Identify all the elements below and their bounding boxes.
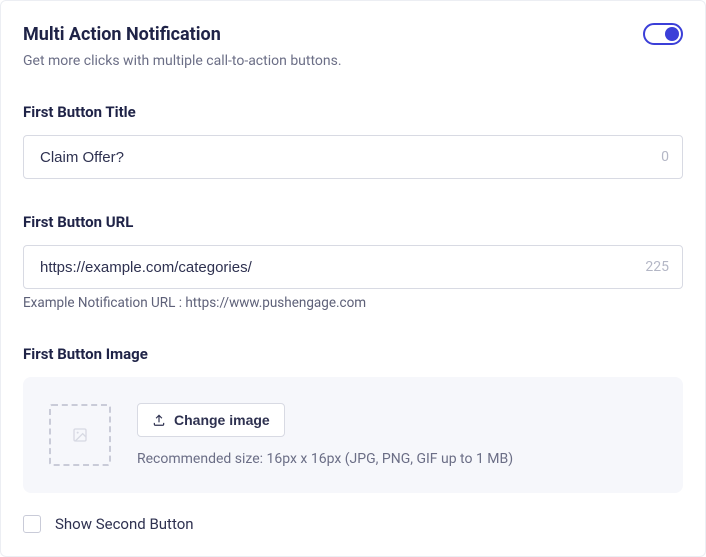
first-button-image-label: First Button Image — [23, 345, 683, 363]
image-icon — [72, 427, 88, 443]
first-button-title-wrap: 0 — [23, 135, 683, 179]
first-button-url-wrap: 225 — [23, 245, 683, 289]
second-button-row: Show Second Button — [23, 515, 683, 533]
change-image-label: Change image — [174, 412, 270, 428]
first-button-url-count: 225 — [645, 259, 669, 275]
panel-header: Multi Action Notification — [23, 23, 683, 45]
first-button-url-block: First Button URL 225 Example Notificatio… — [23, 213, 683, 311]
toggle-knob — [665, 27, 679, 41]
show-second-button-label: Show Second Button — [55, 515, 194, 533]
first-button-url-helper: Example Notification URL : https://www.p… — [23, 295, 683, 311]
first-button-title-label: First Button Title — [23, 103, 683, 121]
first-button-image-block: First Button Image Change image — [23, 345, 683, 493]
first-button-title-input[interactable] — [23, 135, 683, 179]
image-upload-box: Change image Recommended size: 16px x 16… — [23, 377, 683, 493]
upload-icon — [152, 413, 166, 427]
first-button-url-input[interactable] — [23, 245, 683, 289]
first-button-title-count: 0 — [661, 149, 669, 165]
page-description: Get more clicks with multiple call-to-ac… — [23, 53, 683, 69]
enable-toggle[interactable] — [643, 23, 683, 45]
change-image-button[interactable]: Change image — [137, 403, 285, 437]
show-second-button-checkbox[interactable] — [23, 515, 41, 533]
image-placeholder[interactable] — [49, 404, 111, 466]
image-size-hint: Recommended size: 16px x 16px (JPG, PNG,… — [137, 451, 513, 467]
first-button-url-label: First Button URL — [23, 213, 683, 231]
page-title: Multi Action Notification — [23, 24, 221, 45]
multi-action-panel: Multi Action Notification Get more click… — [0, 0, 706, 557]
first-button-title-block: First Button Title 0 — [23, 103, 683, 179]
image-right-col: Change image Recommended size: 16px x 16… — [137, 403, 513, 467]
